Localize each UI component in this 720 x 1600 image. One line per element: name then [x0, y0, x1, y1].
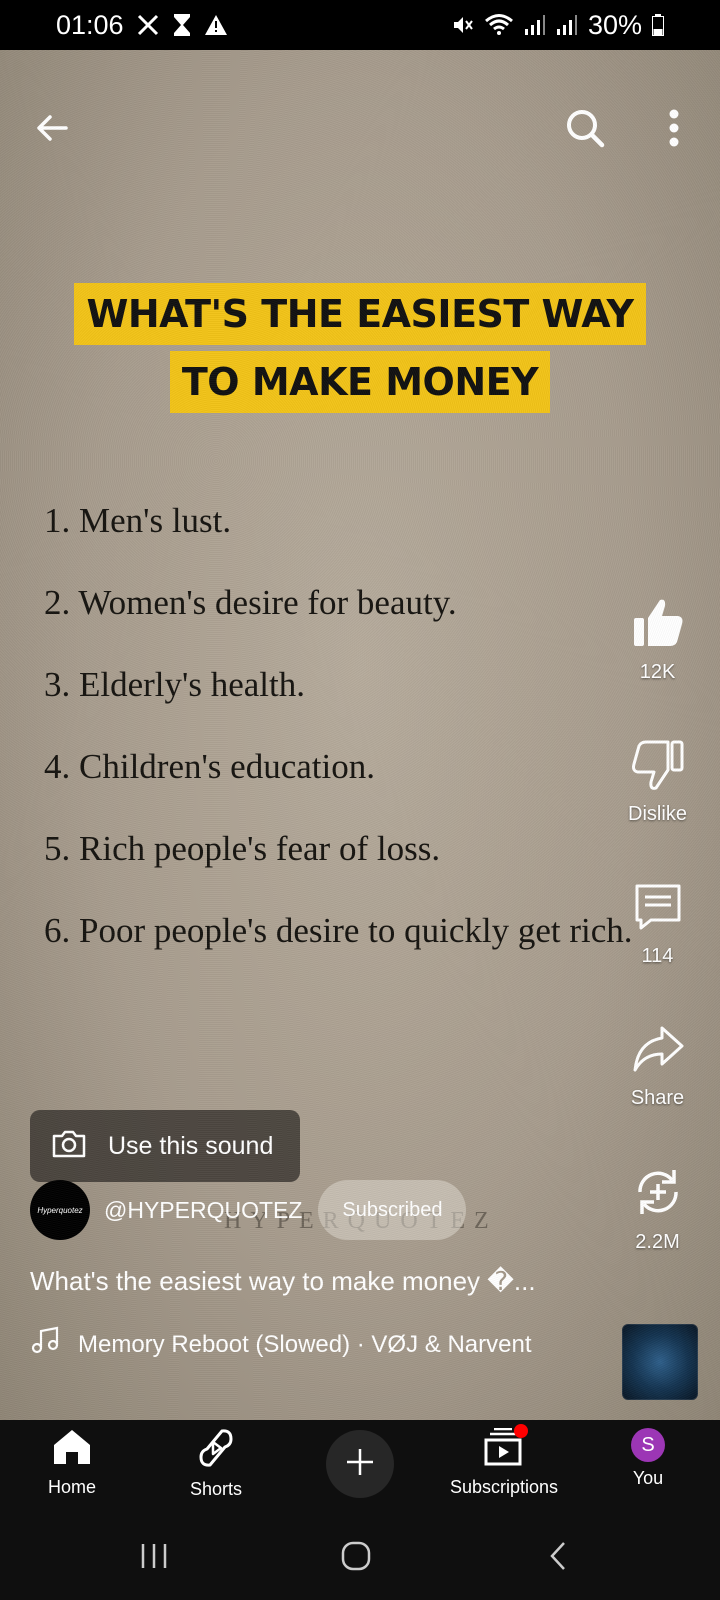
dislike-label: Dislike	[628, 803, 687, 825]
channel-avatar[interactable]: Hyperquotez	[30, 1180, 90, 1240]
battery-icon	[652, 14, 664, 36]
nav-label: Subscriptions	[449, 1477, 559, 1497]
x-logo-icon	[136, 13, 160, 37]
comment-count: 114	[641, 945, 674, 967]
subscriptions-icon	[484, 1424, 528, 1471]
back-system-button[interactable]	[528, 1536, 588, 1580]
top-controls	[0, 98, 720, 190]
nav-label: Shorts	[189, 1479, 243, 1499]
home-icon	[52, 1428, 92, 1471]
thumbs-down-icon	[631, 740, 684, 795]
nav-label: You	[632, 1468, 664, 1488]
headline-line: TO MAKE MONEY	[169, 351, 551, 413]
wifi-icon	[484, 13, 514, 37]
status-left: 01:06	[56, 10, 228, 41]
status-right: 30%	[452, 10, 664, 41]
remix-button[interactable]: 2.2M	[595, 1166, 720, 1254]
chevron-left-icon	[546, 1540, 570, 1577]
dislike-button[interactable]: Dislike	[595, 740, 720, 826]
nav-shorts[interactable]: Shorts	[146, 1428, 286, 1500]
music-thumbnail[interactable]	[622, 1324, 698, 1400]
nav-subscriptions[interactable]: Subscriptions	[434, 1424, 574, 1498]
signal-icon	[524, 14, 546, 36]
share-button[interactable]: Share	[595, 1024, 720, 1110]
remix-count: 2.2M	[635, 1231, 680, 1253]
back-arrow-icon[interactable]	[22, 98, 82, 158]
notification-dot	[514, 1424, 528, 1438]
home-circle-icon	[340, 1540, 372, 1577]
search-icon[interactable]	[555, 98, 615, 158]
music-note-icon	[30, 1326, 60, 1363]
status-time: 01:06	[56, 9, 124, 40]
system-nav-bar	[0, 1516, 720, 1600]
shorts-video-player[interactable]: WHAT'S THE EASIEST WAY TO MAKE MONEY 1. …	[0, 50, 720, 1420]
recent-apps-icon	[139, 1542, 169, 1575]
avatar-initial: S	[641, 1433, 655, 1456]
list-item: 1. Men's lust.	[44, 501, 232, 540]
thumbs-up-icon	[632, 598, 684, 653]
signal-icon	[556, 14, 578, 36]
video-title[interactable]: What's the easiest way to make money �..…	[30, 1266, 610, 1297]
nav-you[interactable]: S You	[578, 1428, 718, 1489]
nav-home[interactable]: Home	[2, 1428, 142, 1498]
nav-label: Home	[47, 1477, 96, 1497]
video-headline: WHAT'S THE EASIEST WAY TO MAKE MONEY	[0, 283, 720, 413]
channel-avatar-text: Hyperquotez	[37, 1205, 83, 1215]
camera-icon	[52, 1130, 86, 1163]
subscribed-button[interactable]: Subscribed	[318, 1180, 467, 1240]
use-this-sound-button[interactable]: Use this sound	[30, 1110, 300, 1182]
share-label: Share	[630, 1087, 685, 1109]
channel-handle[interactable]: @HYPERQUOTEZ	[104, 1197, 302, 1224]
more-vert-icon[interactable]	[644, 98, 704, 158]
bottom-nav: Home Shorts Subscriptions S You	[0, 1420, 720, 1516]
warning-icon	[204, 14, 228, 36]
music-track: Memory Reboot (Slowed) · VØJ & Narvent	[78, 1330, 532, 1358]
comment-icon	[633, 882, 683, 937]
subscribed-label: Subscribed	[342, 1198, 443, 1221]
use-sound-label: Use this sound	[108, 1131, 274, 1160]
avatar: S	[631, 1428, 665, 1462]
remix-icon	[632, 1166, 684, 1223]
status-bar: 01:06 30%	[0, 0, 720, 50]
like-button[interactable]: 12K	[595, 598, 720, 684]
hourglass-icon	[172, 13, 192, 37]
headline-line: WHAT'S THE EASIEST WAY	[74, 283, 646, 345]
plus-icon	[344, 1446, 376, 1483]
battery-percent: 30%	[587, 9, 642, 40]
comments-button[interactable]: 114	[595, 882, 720, 968]
share-icon	[632, 1024, 684, 1079]
channel-row: Hyperquotez @HYPERQUOTEZ Subscribed	[30, 1180, 467, 1240]
like-count: 12K	[639, 661, 676, 683]
mute-icon	[452, 14, 474, 36]
music-row[interactable]: Memory Reboot (Slowed) · VØJ & Narvent	[30, 1326, 531, 1363]
home-system-button[interactable]	[326, 1536, 386, 1580]
create-button[interactable]	[326, 1430, 394, 1498]
shorts-icon	[198, 1428, 234, 1473]
recent-apps-button[interactable]	[124, 1536, 184, 1580]
